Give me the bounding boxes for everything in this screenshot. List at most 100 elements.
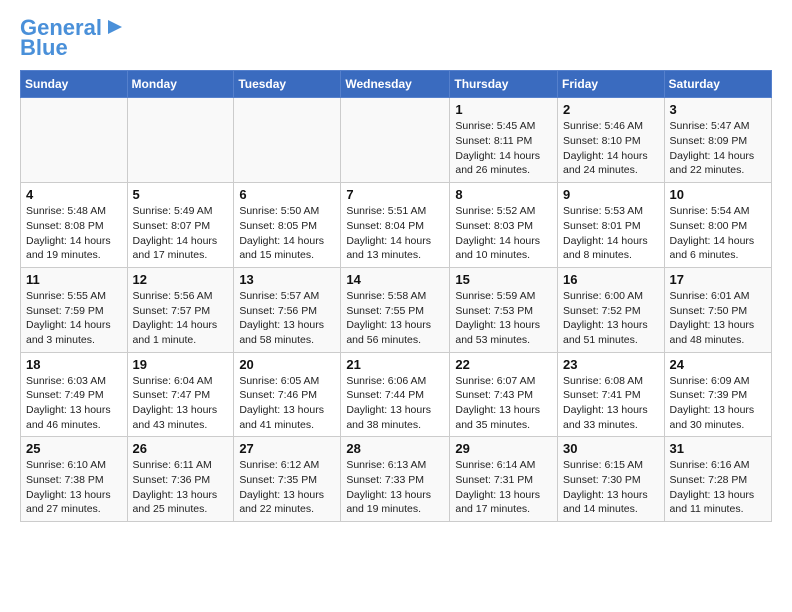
day-number: 22 xyxy=(455,357,552,372)
logo: General Blue xyxy=(20,16,126,60)
day-cell: 22 Sunrise: 6:07 AM Sunset: 7:43 PM Dayli… xyxy=(450,352,558,437)
day-cell: 24Sunrise: 6:09 AM Sunset: 7:39 PM Dayli… xyxy=(664,352,771,437)
day-cell: 9 Sunrise: 5:53 AM Sunset: 8:01 PM Daylig… xyxy=(558,183,665,268)
day-number: 17 xyxy=(670,272,766,287)
day-number: 30 xyxy=(563,441,659,456)
col-header-saturday: Saturday xyxy=(664,71,771,98)
day-cell: 26 Sunrise: 6:11 AM Sunset: 7:36 PM Dayli… xyxy=(127,437,234,522)
day-detail: Sunrise: 6:15 AM Sunset: 7:30 PM Dayligh… xyxy=(563,458,659,517)
day-cell: 6 Sunrise: 5:50 AM Sunset: 8:05 PM Daylig… xyxy=(234,183,341,268)
day-cell: 3Sunrise: 5:47 AM Sunset: 8:09 PM Daylig… xyxy=(664,98,771,183)
col-header-tuesday: Tuesday xyxy=(234,71,341,98)
day-cell: 14 Sunrise: 5:58 AM Sunset: 7:55 PM Dayli… xyxy=(341,267,450,352)
day-number: 14 xyxy=(346,272,444,287)
day-detail: Sunrise: 5:50 AM Sunset: 8:05 PM Dayligh… xyxy=(239,204,335,263)
day-cell: 25 Sunrise: 6:10 AM Sunset: 7:38 PM Dayli… xyxy=(21,437,128,522)
day-cell xyxy=(234,98,341,183)
col-header-friday: Friday xyxy=(558,71,665,98)
day-cell: 31 Sunrise: 6:16 AM Sunset: 7:28 PM Dayli… xyxy=(664,437,771,522)
day-cell: 20 Sunrise: 6:05 AM Sunset: 7:46 PM Dayli… xyxy=(234,352,341,437)
calendar-header-row: SundayMondayTuesdayWednesdayThursdayFrid… xyxy=(21,71,772,98)
day-number: 26 xyxy=(133,441,229,456)
day-number: 28 xyxy=(346,441,444,456)
week-row-3: 11 Sunrise: 5:55 AM Sunset: 7:59 PM Dayli… xyxy=(21,267,772,352)
day-detail: Sunrise: 6:07 AM Sunset: 7:43 PM Dayligh… xyxy=(455,374,552,433)
logo-blue-text: Blue xyxy=(20,36,68,60)
day-detail: Sunrise: 6:14 AM Sunset: 7:31 PM Dayligh… xyxy=(455,458,552,517)
calendar-table: SundayMondayTuesdayWednesdayThursdayFrid… xyxy=(20,70,772,522)
day-detail: Sunrise: 6:09 AM Sunset: 7:39 PM Dayligh… xyxy=(670,374,766,433)
day-detail: Sunrise: 6:12 AM Sunset: 7:35 PM Dayligh… xyxy=(239,458,335,517)
day-detail: Sunrise: 6:06 AM Sunset: 7:44 PM Dayligh… xyxy=(346,374,444,433)
day-cell: 4Sunrise: 5:48 AM Sunset: 8:08 PM Daylig… xyxy=(21,183,128,268)
week-row-1: 1 Sunrise: 5:45 AM Sunset: 8:11 PM Daylig… xyxy=(21,98,772,183)
day-number: 10 xyxy=(670,187,766,202)
week-row-4: 18 Sunrise: 6:03 AM Sunset: 7:49 PM Dayli… xyxy=(21,352,772,437)
day-cell: 11 Sunrise: 5:55 AM Sunset: 7:59 PM Dayli… xyxy=(21,267,128,352)
day-cell: 12Sunrise: 5:56 AM Sunset: 7:57 PM Dayli… xyxy=(127,267,234,352)
day-detail: Sunrise: 5:54 AM Sunset: 8:00 PM Dayligh… xyxy=(670,204,766,263)
day-detail: Sunrise: 5:55 AM Sunset: 7:59 PM Dayligh… xyxy=(26,289,122,348)
day-number: 23 xyxy=(563,357,659,372)
day-cell: 10 Sunrise: 5:54 AM Sunset: 8:00 PM Dayli… xyxy=(664,183,771,268)
day-cell: 27 Sunrise: 6:12 AM Sunset: 7:35 PM Dayli… xyxy=(234,437,341,522)
day-cell xyxy=(341,98,450,183)
day-detail: Sunrise: 5:45 AM Sunset: 8:11 PM Dayligh… xyxy=(455,119,552,178)
day-detail: Sunrise: 5:51 AM Sunset: 8:04 PM Dayligh… xyxy=(346,204,444,263)
day-cell: 16 Sunrise: 6:00 AM Sunset: 7:52 PM Dayli… xyxy=(558,267,665,352)
day-number: 7 xyxy=(346,187,444,202)
day-detail: Sunrise: 6:05 AM Sunset: 7:46 PM Dayligh… xyxy=(239,374,335,433)
day-cell: 1 Sunrise: 5:45 AM Sunset: 8:11 PM Daylig… xyxy=(450,98,558,183)
day-number: 6 xyxy=(239,187,335,202)
col-header-wednesday: Wednesday xyxy=(341,71,450,98)
day-number: 3 xyxy=(670,102,766,117)
day-number: 18 xyxy=(26,357,122,372)
day-detail: Sunrise: 5:53 AM Sunset: 8:01 PM Dayligh… xyxy=(563,204,659,263)
day-cell: 8 Sunrise: 5:52 AM Sunset: 8:03 PM Daylig… xyxy=(450,183,558,268)
day-detail: Sunrise: 6:10 AM Sunset: 7:38 PM Dayligh… xyxy=(26,458,122,517)
day-detail: Sunrise: 6:16 AM Sunset: 7:28 PM Dayligh… xyxy=(670,458,766,517)
day-cell: 13 Sunrise: 5:57 AM Sunset: 7:56 PM Dayli… xyxy=(234,267,341,352)
day-number: 12 xyxy=(133,272,229,287)
page-header: General Blue xyxy=(20,16,772,60)
day-cell: 18 Sunrise: 6:03 AM Sunset: 7:49 PM Dayli… xyxy=(21,352,128,437)
day-number: 20 xyxy=(239,357,335,372)
day-number: 8 xyxy=(455,187,552,202)
day-number: 9 xyxy=(563,187,659,202)
day-number: 2 xyxy=(563,102,659,117)
week-row-5: 25 Sunrise: 6:10 AM Sunset: 7:38 PM Dayli… xyxy=(21,437,772,522)
day-detail: Sunrise: 5:46 AM Sunset: 8:10 PM Dayligh… xyxy=(563,119,659,178)
day-detail: Sunrise: 5:59 AM Sunset: 7:53 PM Dayligh… xyxy=(455,289,552,348)
day-number: 27 xyxy=(239,441,335,456)
day-detail: Sunrise: 6:03 AM Sunset: 7:49 PM Dayligh… xyxy=(26,374,122,433)
day-cell: 19Sunrise: 6:04 AM Sunset: 7:47 PM Dayli… xyxy=(127,352,234,437)
day-number: 13 xyxy=(239,272,335,287)
day-detail: Sunrise: 6:04 AM Sunset: 7:47 PM Dayligh… xyxy=(133,374,229,433)
day-detail: Sunrise: 6:13 AM Sunset: 7:33 PM Dayligh… xyxy=(346,458,444,517)
day-number: 31 xyxy=(670,441,766,456)
day-number: 25 xyxy=(26,441,122,456)
day-detail: Sunrise: 5:57 AM Sunset: 7:56 PM Dayligh… xyxy=(239,289,335,348)
day-number: 1 xyxy=(455,102,552,117)
day-cell: 28 Sunrise: 6:13 AM Sunset: 7:33 PM Dayli… xyxy=(341,437,450,522)
day-number: 21 xyxy=(346,357,444,372)
day-detail: Sunrise: 5:48 AM Sunset: 8:08 PM Dayligh… xyxy=(26,204,122,263)
day-detail: Sunrise: 6:11 AM Sunset: 7:36 PM Dayligh… xyxy=(133,458,229,517)
day-cell: 30 Sunrise: 6:15 AM Sunset: 7:30 PM Dayli… xyxy=(558,437,665,522)
day-cell: 21 Sunrise: 6:06 AM Sunset: 7:44 PM Dayli… xyxy=(341,352,450,437)
day-detail: Sunrise: 6:00 AM Sunset: 7:52 PM Dayligh… xyxy=(563,289,659,348)
day-number: 15 xyxy=(455,272,552,287)
day-number: 5 xyxy=(133,187,229,202)
day-cell: 5 Sunrise: 5:49 AM Sunset: 8:07 PM Daylig… xyxy=(127,183,234,268)
day-cell: 23Sunrise: 6:08 AM Sunset: 7:41 PM Dayli… xyxy=(558,352,665,437)
day-cell: 29 Sunrise: 6:14 AM Sunset: 7:31 PM Dayli… xyxy=(450,437,558,522)
day-cell: 17Sunrise: 6:01 AM Sunset: 7:50 PM Dayli… xyxy=(664,267,771,352)
day-cell: 15 Sunrise: 5:59 AM Sunset: 7:53 PM Dayli… xyxy=(450,267,558,352)
day-detail: Sunrise: 5:52 AM Sunset: 8:03 PM Dayligh… xyxy=(455,204,552,263)
day-detail: Sunrise: 5:58 AM Sunset: 7:55 PM Dayligh… xyxy=(346,289,444,348)
day-number: 11 xyxy=(26,272,122,287)
col-header-monday: Monday xyxy=(127,71,234,98)
day-number: 16 xyxy=(563,272,659,287)
day-detail: Sunrise: 5:49 AM Sunset: 8:07 PM Dayligh… xyxy=(133,204,229,263)
day-number: 29 xyxy=(455,441,552,456)
